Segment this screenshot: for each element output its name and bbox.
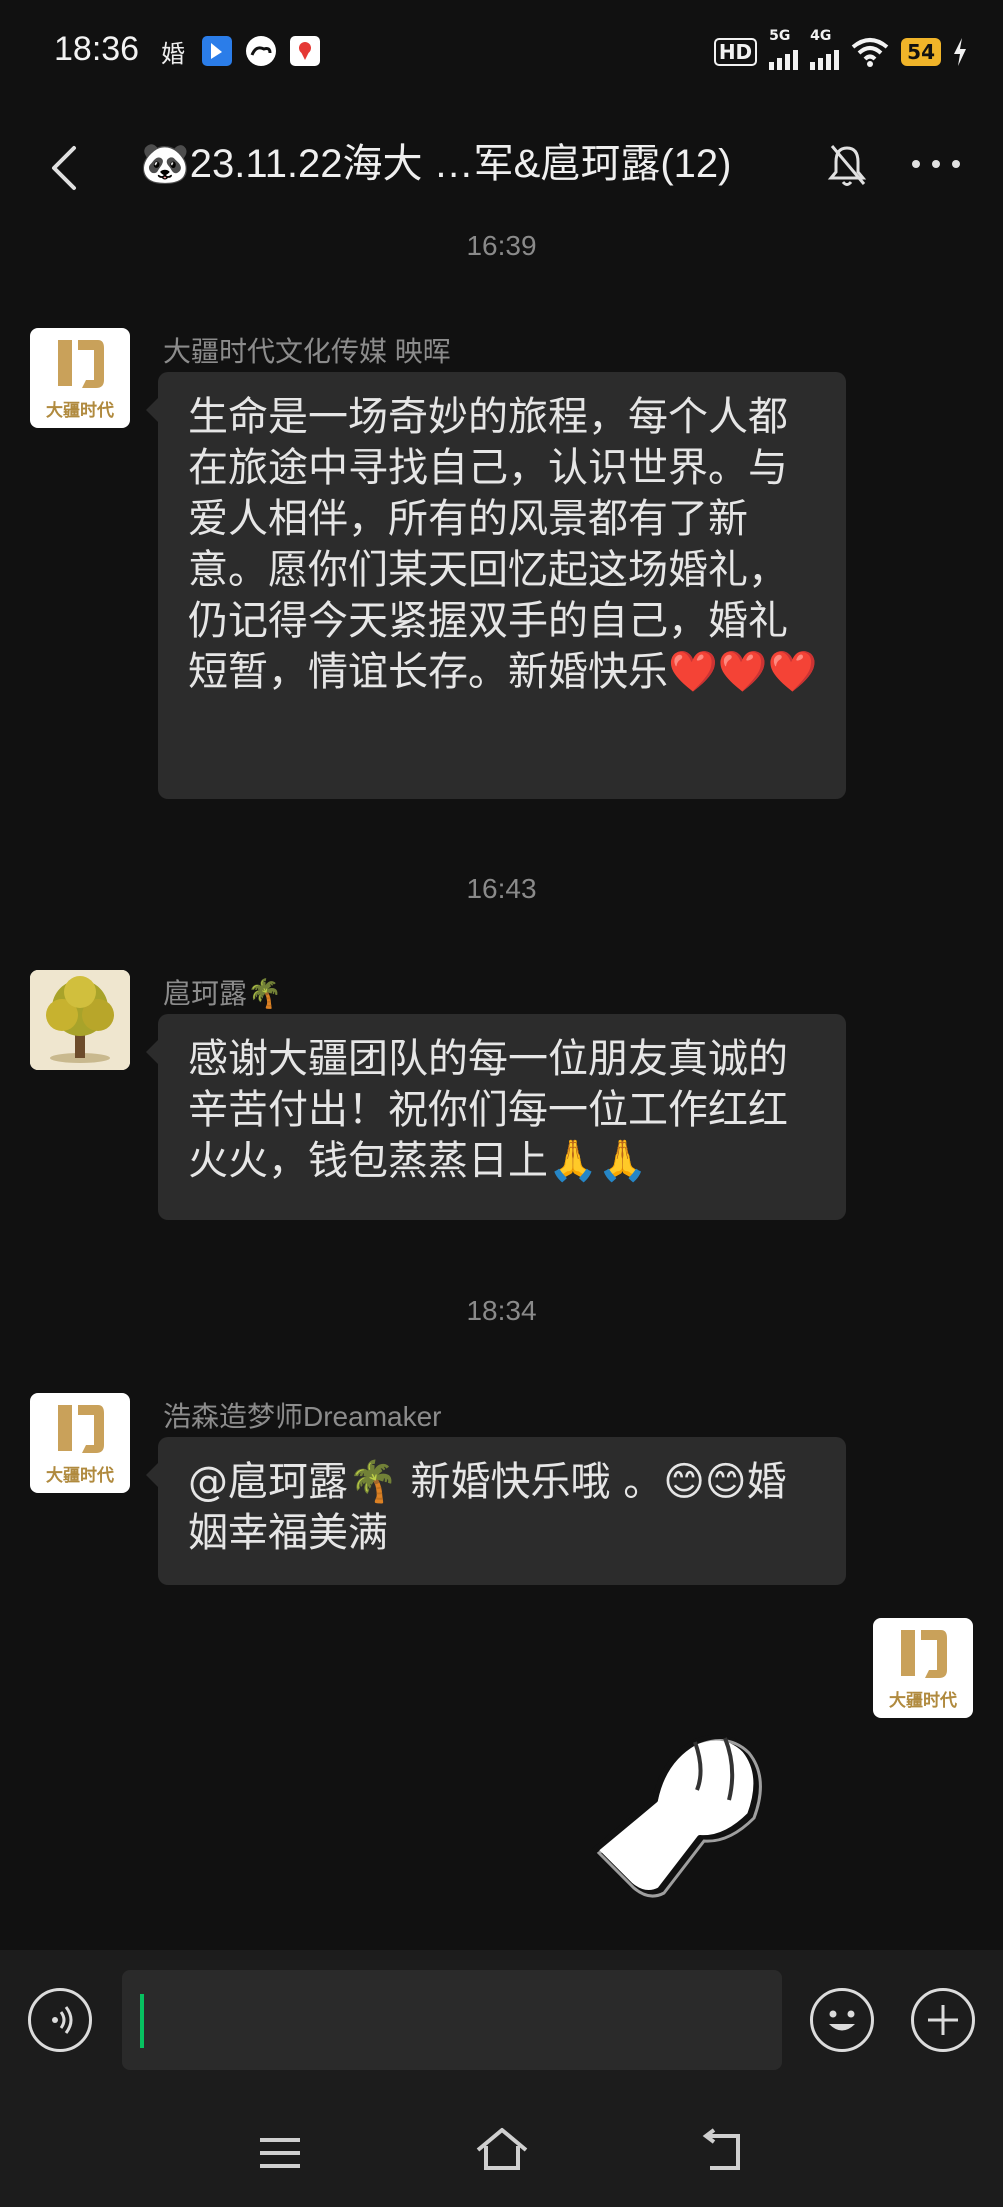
avatar[interactable] bbox=[30, 970, 130, 1070]
self-avatar[interactable]: 大疆时代 bbox=[873, 1618, 973, 1718]
more-dots-icon bbox=[912, 160, 960, 168]
nav-home-button[interactable] bbox=[472, 2124, 532, 2180]
nav-menu-button[interactable] bbox=[250, 2128, 310, 2178]
system-indicators: HD 5G 4G 54 bbox=[713, 28, 967, 70]
bluetooth-app-icon bbox=[202, 36, 232, 66]
more-button[interactable] bbox=[906, 144, 966, 184]
smiley-icon bbox=[829, 2010, 855, 2031]
hd-badge: HD bbox=[713, 38, 758, 66]
system-nav-bar bbox=[0, 2090, 1003, 2207]
battery-level: 54 bbox=[901, 38, 941, 66]
dajiang-logo-icon: 大疆时代 bbox=[46, 340, 114, 421]
tree-avatar-icon bbox=[30, 970, 130, 1070]
message-timestamp: 18:34 bbox=[466, 1295, 537, 1326]
avatar[interactable]: 大疆时代 bbox=[30, 328, 130, 428]
message-timestamp: 16:39 bbox=[466, 230, 537, 261]
message-text: 感谢大疆团队的每一位朋友真诚的辛苦付出！祝你们每一位工作红红火火，钱包蒸蒸日上🙏… bbox=[188, 1036, 788, 1184]
sticker-message[interactable] bbox=[585, 1720, 785, 1905]
message-bubble[interactable]: @扈珂露🌴 新婚快乐哦 。😊😊婚姻幸福美满 bbox=[146, 1437, 846, 1585]
signal-4g-icon: 4G bbox=[810, 28, 840, 70]
chat-title[interactable]: 🐼23.11.22海大 …军&扈珂露(12) bbox=[140, 132, 780, 196]
signal-5g-icon: 5G bbox=[769, 28, 799, 70]
sender-name: 扈珂露🌴 bbox=[163, 978, 282, 1009]
cloud-app-icon bbox=[246, 36, 276, 66]
plus-icon bbox=[928, 2005, 958, 2035]
avatar[interactable]: 大疆时代 bbox=[30, 1393, 130, 1493]
charging-icon bbox=[954, 38, 966, 66]
text-caret bbox=[140, 1994, 144, 2048]
notification-icons: 婚 bbox=[158, 36, 320, 68]
back-button[interactable] bbox=[36, 130, 96, 200]
menu-icon bbox=[260, 2138, 300, 2168]
nav-back-button[interactable] bbox=[694, 2126, 754, 2180]
voice-wave-icon bbox=[52, 2006, 73, 2034]
message-input[interactable] bbox=[122, 1970, 782, 2070]
dajiang-logo-icon: 大疆时代 bbox=[46, 1405, 114, 1486]
emoji-button[interactable] bbox=[810, 1988, 874, 2052]
avatar-logo-text: 大疆时代 bbox=[889, 1690, 957, 1711]
message-text: @扈珂露🌴 新婚快乐哦 。😊😊婚姻幸福美满 bbox=[188, 1459, 787, 1556]
map-app-icon bbox=[290, 36, 320, 66]
message-bubble[interactable]: 生命是一场奇妙的旅程，每个人都在旅途中寻找自己，认识世界。与爱人相伴，所有的风景… bbox=[146, 372, 846, 799]
chevron-left-icon bbox=[52, 146, 76, 190]
wifi-icon bbox=[851, 38, 889, 67]
wedding-char-icon: 婚 bbox=[161, 39, 185, 68]
return-icon bbox=[702, 2128, 740, 2170]
plus-button[interactable] bbox=[911, 1988, 975, 2052]
home-icon bbox=[476, 2128, 528, 2170]
status-time: 18:36 bbox=[54, 30, 140, 68]
input-bar bbox=[0, 1950, 1003, 2090]
sender-name: 浩森造梦师Dreamaker bbox=[163, 1401, 442, 1432]
chat-header: 🐼23.11.22海大 …军&扈珂露(12) bbox=[0, 110, 1003, 240]
sim2-label: 4G bbox=[810, 28, 832, 44]
sim1-label: 5G bbox=[769, 28, 791, 44]
sender-name: 大疆时代文化传媒 映晖 bbox=[163, 336, 451, 367]
status-bar: 18:36 婚 HD 5G 4G 54 bbox=[0, 0, 1003, 110]
heart-emoji: ❤️❤️❤️ bbox=[668, 649, 818, 695]
message-timestamp: 16:43 bbox=[466, 873, 537, 904]
dajiang-logo-icon: 大疆时代 bbox=[889, 1630, 957, 1711]
voice-button[interactable] bbox=[28, 1988, 92, 2052]
thumbs-sticker-icon bbox=[592, 1734, 762, 1898]
avatar-logo-text: 大疆时代 bbox=[46, 1465, 114, 1486]
muted-bell-icon bbox=[822, 134, 872, 194]
avatar-logo-text: 大疆时代 bbox=[46, 400, 114, 421]
message-bubble[interactable]: 感谢大疆团队的每一位朋友真诚的辛苦付出！祝你们每一位工作红红火火，钱包蒸蒸日上🙏… bbox=[146, 1014, 846, 1220]
